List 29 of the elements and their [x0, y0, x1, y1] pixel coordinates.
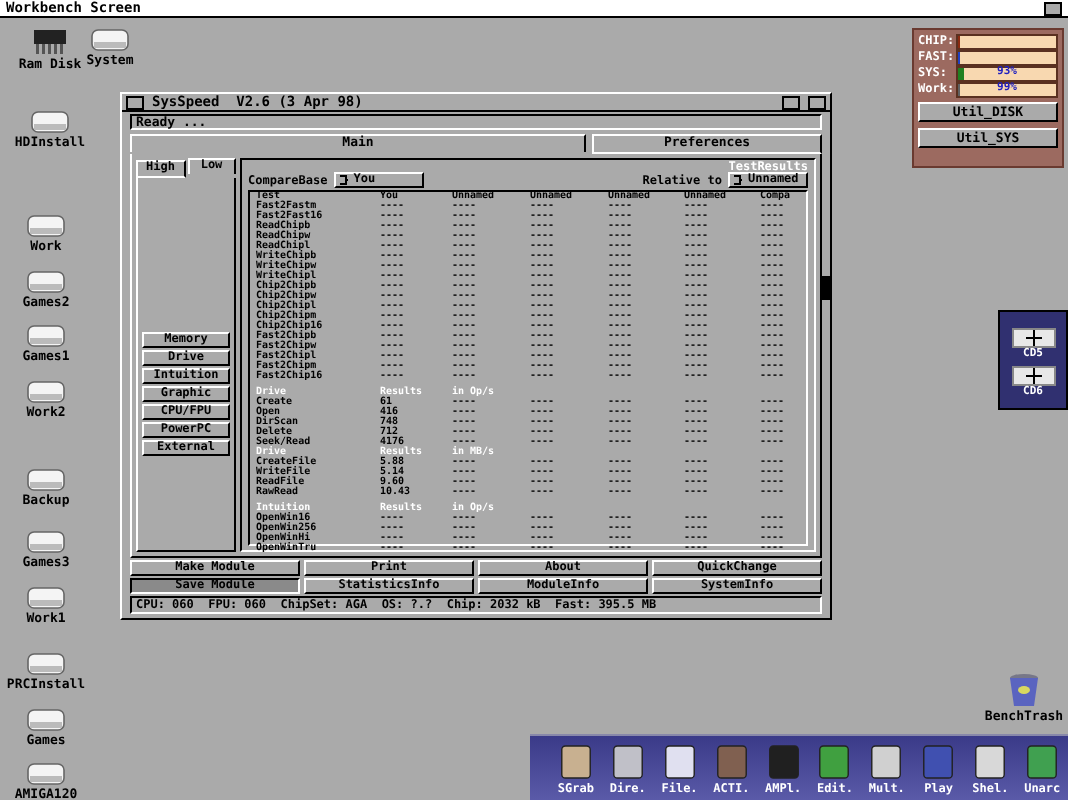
- app-icon[interactable]: [1026, 744, 1059, 780]
- trash-can-icon[interactable]: [1008, 672, 1040, 708]
- cycle-icon: [732, 174, 744, 186]
- app-icon[interactable]: [663, 744, 696, 780]
- app-icon[interactable]: [559, 744, 592, 780]
- app-icon[interactable]: [818, 744, 851, 780]
- drive-icon[interactable]: [26, 324, 66, 348]
- cd-drive-icon[interactable]: [1011, 328, 1055, 348]
- app-icon[interactable]: [611, 744, 644, 780]
- drive-icon[interactable]: [26, 652, 66, 676]
- drive-icon[interactable]: [26, 530, 66, 554]
- cd-drive-icon[interactable]: [1011, 366, 1055, 386]
- drive-icon[interactable]: [26, 708, 66, 732]
- zoom-gadget-icon[interactable]: [782, 95, 800, 109]
- drive-icon[interactable]: [26, 214, 66, 238]
- drive-icon[interactable]: [26, 270, 66, 294]
- depth-gadget-icon[interactable]: [1044, 1, 1062, 15]
- depth-gadget-icon[interactable]: [808, 95, 826, 109]
- drive-icon[interactable]: [26, 586, 66, 610]
- app-icon[interactable]: [870, 744, 903, 780]
- cycle-icon: [337, 174, 350, 186]
- drive-icon[interactable]: [26, 380, 66, 404]
- drive-icon[interactable]: [26, 468, 66, 492]
- drive-icon[interactable]: [26, 762, 66, 786]
- close-icon[interactable]: [126, 95, 144, 109]
- drive-icon[interactable]: [90, 28, 130, 52]
- drive-icon[interactable]: [30, 110, 70, 134]
- app-icon[interactable]: [974, 744, 1007, 780]
- chip-icon[interactable]: [28, 28, 72, 56]
